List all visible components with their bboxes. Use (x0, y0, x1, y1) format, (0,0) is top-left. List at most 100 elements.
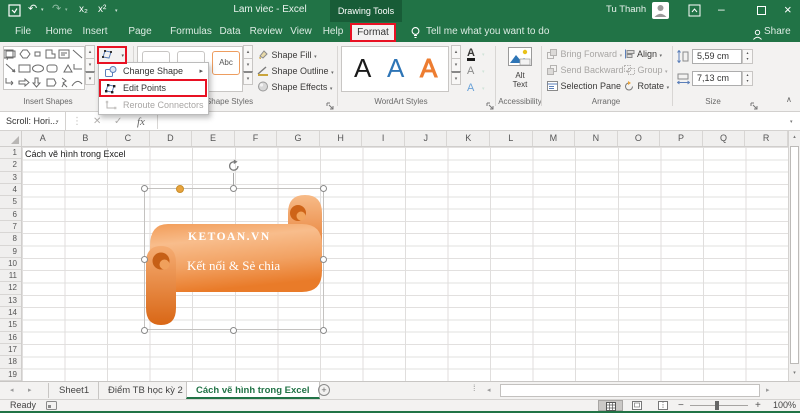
vertical-scrollbar[interactable]: ▴ ▾ (788, 131, 800, 381)
sheet-tab-sheet1[interactable]: Sheet1 (50, 382, 100, 399)
column-header-O[interactable]: O (618, 131, 661, 146)
user-name[interactable]: Tu Thanh (606, 4, 646, 15)
menu-item-edit-points[interactable]: Edit Points (99, 80, 208, 97)
bring-forward-button[interactable]: Bring Forward ▾ (547, 49, 622, 59)
tab-home[interactable]: Home (42, 22, 76, 42)
column-header-F[interactable]: F (235, 131, 278, 146)
confirm-entry-icon[interactable]: ✓ (114, 113, 122, 131)
formula-input[interactable] (158, 112, 788, 130)
name-box-dropdown-icon[interactable]: ▾ (56, 119, 59, 125)
shape-height-spinner[interactable]: ▴ ▾ (742, 49, 753, 64)
redo-button[interactable]: ↷ (52, 2, 61, 16)
wordart-style-blue[interactable]: A (387, 47, 404, 89)
shape-text-line2[interactable]: Kết nối & Sẻ chia (187, 258, 280, 274)
shape-width-input[interactable]: 7,13 cm (692, 71, 742, 86)
styles-more-icon[interactable]: ▾ (243, 71, 253, 85)
tell-me-box[interactable]: Tell me what you want to do (426, 22, 586, 42)
shape-outline-button[interactable]: Shape Outline ▾ (257, 65, 334, 76)
text-effects-dropdown-icon[interactable]: ▾ (482, 86, 485, 92)
share-button[interactable]: Share (764, 22, 798, 42)
view-normal-button[interactable] (598, 400, 623, 411)
sheet-tab-diem-tb[interactable]: Điểm TB học kỳ 2 (99, 382, 193, 399)
align-button[interactable]: Align ▾ (624, 49, 662, 59)
view-page-layout-button[interactable] (624, 400, 649, 411)
row-header-5[interactable]: 5 (0, 196, 21, 209)
avatar[interactable] (652, 2, 669, 19)
row-header-15[interactable]: 15 (0, 319, 21, 332)
row-header-4[interactable]: 4 (0, 184, 21, 197)
tab-splitter-handle[interactable]: ⁞ (473, 383, 476, 393)
spin-down-icon[interactable]: ▾ (746, 56, 748, 61)
selection-pane-button[interactable]: Selection Pane (547, 81, 621, 91)
tab-insert[interactable]: Insert (78, 22, 112, 42)
new-sheet-button[interactable]: + (318, 384, 330, 396)
column-header-G[interactable]: G (277, 131, 320, 146)
handle-mid-right[interactable] (320, 256, 327, 263)
row-header-7[interactable]: 7 (0, 221, 21, 234)
undo-dropdown-icon[interactable]: ▾ (41, 7, 44, 13)
row-header-17[interactable]: 17 (0, 344, 21, 357)
hscroll-right-icon[interactable]: ▸ (766, 382, 770, 399)
column-header-N[interactable]: N (575, 131, 618, 146)
column-header-Q[interactable]: Q (703, 131, 746, 146)
subscript-button[interactable]: x₂ (79, 3, 88, 17)
select-all-corner[interactable] (0, 131, 22, 147)
shape-effects-button[interactable]: Shape Effects ▾ (257, 81, 332, 92)
row-header-11[interactable]: 11 (0, 270, 21, 283)
text-fill-button[interactable]: A (467, 48, 475, 61)
insert-shapes-gallery[interactable] (3, 46, 85, 90)
shape-styles-scroll[interactable]: ▴ ▾ ▾ (243, 45, 253, 85)
edit-shape-button[interactable]: ▾ (97, 46, 127, 64)
vertical-scroll-thumb[interactable] (790, 146, 799, 364)
handle-mid-left[interactable] (141, 256, 148, 263)
row-header-2[interactable]: 2 (0, 159, 21, 172)
text-outline-dropdown-icon[interactable]: ▾ (482, 69, 485, 75)
customize-qat-icon[interactable]: ▾ (115, 8, 118, 14)
insert-function-icon[interactable]: fx (137, 113, 145, 131)
redo-dropdown-icon[interactable]: ▾ (65, 7, 68, 13)
alt-text-button[interactable]: Alt Text (503, 47, 537, 99)
namebox-splitter[interactable]: ⋮ (72, 113, 82, 131)
handle-top-right[interactable] (320, 185, 327, 192)
column-header-C[interactable]: C (107, 131, 150, 146)
tab-formulas[interactable]: Formulas (168, 22, 214, 42)
spin-up-icon[interactable]: ▴ (746, 72, 748, 77)
handle-bottom-left[interactable] (141, 327, 148, 334)
column-header-M[interactable]: M (533, 131, 576, 146)
spin-down-icon[interactable]: ▾ (746, 78, 748, 83)
group-button[interactable]: Group ▾ (624, 65, 668, 75)
handle-bottom-center[interactable] (230, 327, 237, 334)
sheet-nav-right-icon[interactable]: ▸ (28, 382, 32, 399)
shape-gallery-scroll[interactable]: ▴ ▾ ▾ (85, 45, 95, 85)
shape-text-line1[interactable]: KETOAN.VN (188, 231, 271, 243)
tab-format-active[interactable]: Format (350, 23, 396, 42)
undo-button[interactable]: ↶ (28, 2, 37, 16)
zoom-slider-thumb[interactable] (715, 401, 719, 410)
column-header-J[interactable]: J (405, 131, 448, 146)
row-header-1[interactable]: 1 (0, 147, 21, 160)
text-effects-button[interactable]: A (467, 82, 474, 94)
close-button[interactable]: × (784, 2, 792, 18)
column-header-L[interactable]: L (490, 131, 533, 146)
zoom-slider-track[interactable] (690, 405, 748, 406)
rotate-handle-icon[interactable] (227, 159, 241, 178)
column-header-P[interactable]: P (660, 131, 703, 146)
styles-down-icon[interactable]: ▾ (243, 58, 253, 72)
tab-view[interactable]: View (286, 22, 316, 42)
edit-shape-dropdown-icon[interactable]: ▾ (121, 53, 124, 59)
cell-a1-text[interactable]: Cách vẽ hình trong Excel (25, 148, 126, 160)
row-header-3[interactable]: 3 (0, 172, 21, 184)
wordart-down-icon[interactable]: ▾ (451, 58, 461, 72)
row-header-19[interactable]: 19 (0, 369, 21, 381)
gallery-up-icon[interactable]: ▴ (85, 45, 95, 59)
column-header-H[interactable]: H (320, 131, 363, 146)
superscript-button[interactable]: x² (98, 3, 106, 17)
menu-item-change-shape[interactable]: Change Shape ▸ (99, 63, 208, 80)
gallery-more-icon[interactable]: ▾ (85, 71, 95, 85)
wordart-style-orange[interactable]: A (419, 47, 437, 89)
handle-bottom-right[interactable] (320, 327, 327, 334)
row-header-16[interactable]: 16 (0, 332, 21, 344)
expand-formula-bar-icon[interactable]: ▾ (790, 119, 793, 125)
cancel-entry-icon[interactable]: ✕ (93, 113, 101, 131)
view-page-break-button[interactable] (650, 400, 675, 411)
